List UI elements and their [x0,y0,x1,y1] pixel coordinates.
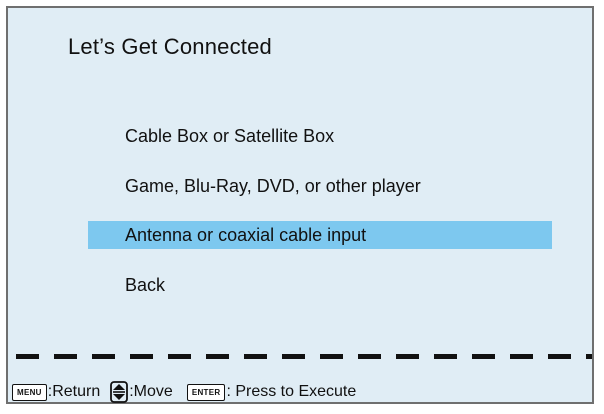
setup-panel: Let’s Get Connected Cable Box or Satelli… [6,6,594,404]
menu-item-cable-satellite[interactable]: Cable Box or Satellite Box [88,122,552,150]
return-hint: :Return [47,383,101,400]
menu-item-label: Cable Box or Satellite Box [125,126,335,146]
enter-key-icon: ENTER [186,383,226,401]
menu-item-label: Back [125,275,166,295]
dashed-divider [16,354,592,359]
menu-item-game-player[interactable]: Game, Blu-Ray, DVD, or other player [88,172,552,200]
footer-hints: MENU :Return :Move ENTER : Press to Exec… [12,380,356,404]
page-title: Let’s Get Connected [68,34,272,59]
menu-key-icon: MENU [12,383,47,401]
menu-item-label: Game, Blu-Ray, DVD, or other player [125,176,421,196]
menu-item-label: Antenna or coaxial cable input [125,225,367,245]
move-hint: :Move [129,383,173,400]
menu-item-antenna[interactable]: Antenna or coaxial cable input [88,221,552,249]
menu-item-back[interactable]: Back [88,271,552,299]
up-down-arrow-icon [110,381,129,403]
execute-hint: : Press to Execute [226,383,357,400]
